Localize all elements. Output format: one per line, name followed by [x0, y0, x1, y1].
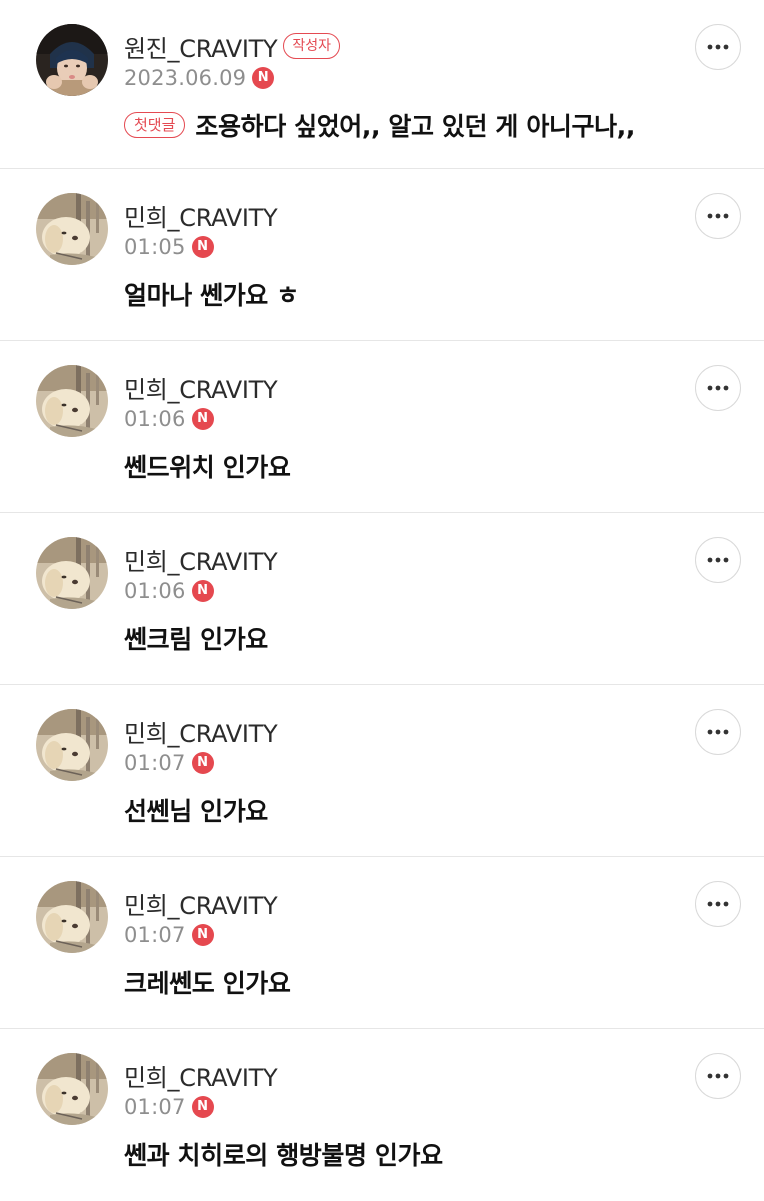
more-options-button[interactable] — [695, 24, 741, 70]
comment-header: 민희_CRAVITY — [124, 370, 278, 405]
avatar[interactable] — [36, 881, 108, 953]
comment-item: 민희_CRAVITY 01:05 N 얼마나 쎈가요 ㅎ — [0, 169, 764, 341]
comment-body: 얼마나 쎈가요 ㅎ — [124, 276, 299, 312]
more-options-button[interactable] — [695, 193, 741, 239]
comment-timestamp: 01:05 — [124, 235, 186, 259]
comment-body: 쎈과 치히로의 행방불명 인가요 — [124, 1136, 443, 1172]
comment-text: 쎈과 치히로의 행방불명 인가요 — [124, 1141, 443, 1170]
new-badge: N — [191, 236, 214, 258]
author-name[interactable]: 민희_CRAVITY — [124, 542, 278, 577]
comment-body: 크레쎈도 인가요 — [124, 964, 291, 1000]
author-name[interactable]: 민희_CRAVITY — [124, 714, 278, 749]
comment-header: 원진_CRAVITY 작성자 — [124, 29, 340, 63]
author-name[interactable]: 민희_CRAVITY — [124, 886, 278, 921]
author-name[interactable]: 민희_CRAVITY — [124, 370, 278, 405]
comment-meta: 01:06 N — [124, 405, 214, 433]
comment-timestamp: 01:07 — [124, 1095, 186, 1119]
comment-timestamp: 01:06 — [124, 407, 186, 431]
comment-header: 민희_CRAVITY — [124, 198, 278, 233]
new-badge: N — [191, 408, 214, 430]
comment-item: 민희_CRAVITY 01:06 N 쎈크림 인가요 — [0, 513, 764, 685]
comment-body: 쎈크림 인가요 — [124, 620, 268, 656]
more-horizontal-icon — [707, 1073, 729, 1079]
comment-text: 쎈드위치 인가요 — [124, 453, 291, 482]
comment-meta: 01:06 N — [124, 577, 214, 605]
more-horizontal-icon — [707, 44, 729, 50]
comment-meta: 01:07 N — [124, 1093, 214, 1121]
comment-header: 민희_CRAVITY — [124, 1058, 278, 1093]
comment-meta: 2023.06.09 N — [124, 64, 275, 92]
comment-timestamp: 01:07 — [124, 751, 186, 775]
avatar[interactable] — [36, 365, 108, 437]
comment-meta: 01:07 N — [124, 921, 214, 949]
comment-meta: 01:07 N — [124, 749, 214, 777]
author-avatar-image — [36, 537, 108, 609]
comment-item: 민희_CRAVITY 01:06 N 쎈드위치 인가요 — [0, 341, 764, 513]
more-horizontal-icon — [707, 385, 729, 391]
author-avatar-image — [36, 1053, 108, 1125]
comment-timestamp: 01:07 — [124, 923, 186, 947]
author-avatar-image — [36, 24, 108, 96]
more-horizontal-icon — [707, 557, 729, 563]
comment-item: 민희_CRAVITY 01:07 N 크레쎈도 인가요 — [0, 857, 764, 1029]
author-avatar-image — [36, 709, 108, 781]
new-badge: N — [191, 580, 214, 602]
author-name[interactable]: 민희_CRAVITY — [124, 198, 278, 233]
author-avatar-image — [36, 193, 108, 265]
comment-item: 민희_CRAVITY 01:07 N 쎈과 치히로의 행방불명 인가요 — [0, 1029, 764, 1201]
comment-timestamp: 2023.06.09 — [124, 66, 247, 90]
avatar[interactable] — [36, 1053, 108, 1125]
comment-list: 원진_CRAVITY 작성자 2023.06.09 N 첫댓글 조용하다 싶었어… — [0, 0, 764, 1201]
comment-body: 선쎈님 인가요 — [124, 792, 268, 828]
more-options-button[interactable] — [695, 365, 741, 411]
writer-badge: 작성자 — [283, 33, 340, 59]
author-avatar-image — [36, 881, 108, 953]
avatar[interactable] — [36, 24, 108, 96]
comment-body: 쎈드위치 인가요 — [124, 448, 291, 484]
new-badge: N — [252, 67, 275, 89]
new-badge: N — [191, 924, 214, 946]
more-options-button[interactable] — [695, 709, 741, 755]
more-options-button[interactable] — [695, 881, 741, 927]
comment-header: 민희_CRAVITY — [124, 886, 278, 921]
more-options-button[interactable] — [695, 537, 741, 583]
more-horizontal-icon — [707, 901, 729, 907]
comment-timestamp: 01:06 — [124, 579, 186, 603]
comment-header: 민희_CRAVITY — [124, 542, 278, 577]
more-horizontal-icon — [707, 213, 729, 219]
author-name[interactable]: 원진_CRAVITY — [124, 29, 278, 64]
comment-header: 민희_CRAVITY — [124, 714, 278, 749]
comment-text: 크레쎈도 인가요 — [124, 969, 291, 998]
more-options-button[interactable] — [695, 1053, 741, 1099]
author-name[interactable]: 민희_CRAVITY — [124, 1058, 278, 1093]
avatar[interactable] — [36, 193, 108, 265]
author-avatar-image — [36, 365, 108, 437]
new-badge: N — [191, 752, 214, 774]
comment-item: 민희_CRAVITY 01:07 N 선쎈님 인가요 — [0, 685, 764, 857]
more-horizontal-icon — [707, 729, 729, 735]
new-badge: N — [191, 1096, 214, 1118]
avatar[interactable] — [36, 709, 108, 781]
comment-text: 선쎈님 인가요 — [124, 797, 268, 826]
avatar[interactable] — [36, 537, 108, 609]
comment-text: 조용하다 싶었어,, 알고 있던 게 아니구나,, — [195, 112, 635, 141]
comment-meta: 01:05 N — [124, 233, 214, 261]
comment-text: 얼마나 쎈가요 ㅎ — [124, 281, 299, 310]
first-comment-tag: 첫댓글 — [124, 112, 186, 138]
comment-item: 원진_CRAVITY 작성자 2023.06.09 N 첫댓글 조용하다 싶었어… — [0, 0, 764, 169]
comment-body: 첫댓글 조용하다 싶었어,, 알고 있던 게 아니구나,, — [124, 107, 635, 143]
comment-text: 쎈크림 인가요 — [124, 625, 268, 654]
